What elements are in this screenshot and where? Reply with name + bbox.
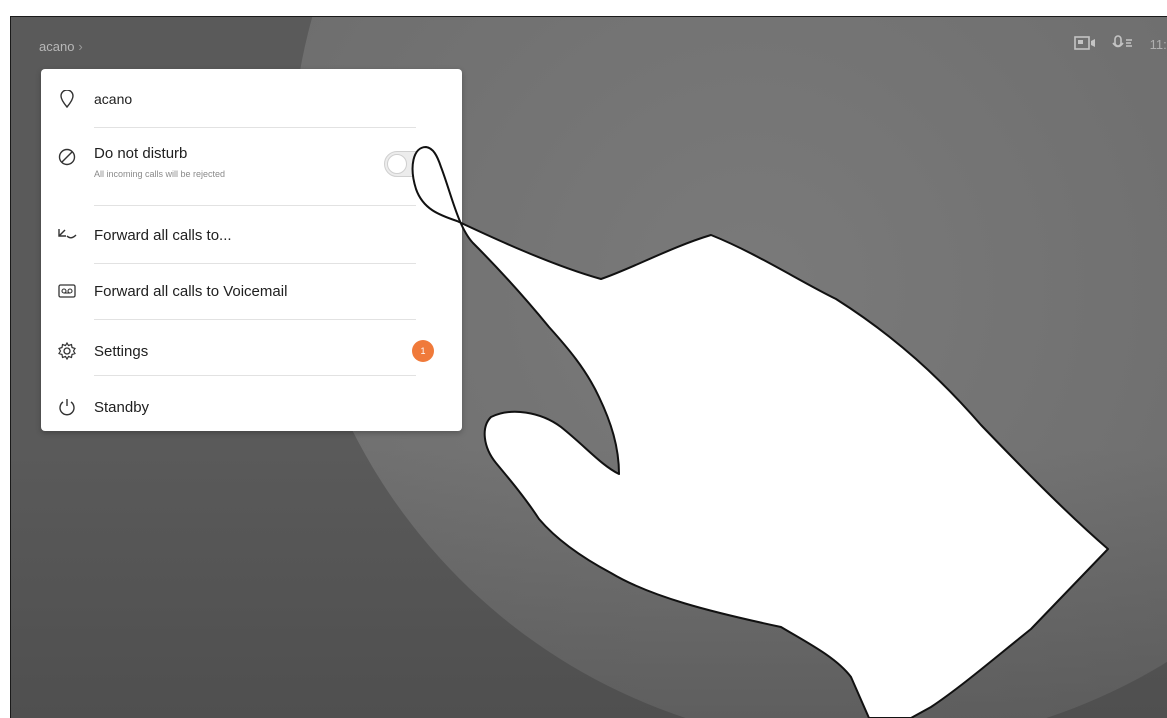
- voicemail-icon: [57, 281, 77, 301]
- menu-item-label: Settings: [94, 342, 149, 360]
- device-screen: acano› 11:2 acano: [10, 16, 1167, 718]
- menu-item-acano[interactable]: acano: [41, 87, 462, 111]
- divider: [94, 375, 416, 376]
- location-pin-icon: [57, 89, 77, 109]
- do-not-disturb-toggle[interactable]: [384, 151, 430, 177]
- device-menu-panel: acano Do not disturb All incoming calls …: [41, 69, 462, 431]
- do-not-disturb-icon: [57, 147, 77, 167]
- settings-notification-badge: 1: [412, 340, 434, 362]
- gear-icon: [57, 341, 77, 361]
- background-shadow: [11, 447, 1167, 718]
- menu-item-label: Forward all calls to...: [94, 226, 232, 244]
- screen-share-icon[interactable]: [1073, 35, 1096, 53]
- menu-item-label: Standby: [94, 398, 150, 416]
- status-area: 11:2: [1073, 35, 1167, 53]
- menu-item-label: Forward all calls to Voicemail: [94, 282, 288, 300]
- power-icon: [57, 397, 77, 417]
- menu-item-forward-calls[interactable]: Forward all calls to...: [41, 223, 462, 247]
- menu-item-label: acano: [94, 91, 133, 107]
- divider: [94, 319, 416, 320]
- chevron-right-icon: ›: [78, 39, 83, 54]
- menu-item-sublabel: All incoming calls will be rejected: [94, 169, 226, 179]
- menu-item-label: Do not disturb: [94, 145, 188, 162]
- clock: 11:2: [1149, 36, 1167, 52]
- device-name-label: acano: [39, 39, 75, 54]
- divider: [94, 127, 416, 128]
- divider: [94, 263, 416, 264]
- toggle-knob: [387, 154, 407, 174]
- forward-call-icon: [57, 225, 77, 245]
- divider: [94, 205, 416, 206]
- device-name-button[interactable]: acano ›: [39, 39, 83, 54]
- microphone-icon[interactable]: [1112, 35, 1134, 53]
- menu-item-settings[interactable]: Settings: [41, 339, 462, 363]
- menu-item-standby[interactable]: Standby: [41, 395, 462, 419]
- menu-item-forward-voicemail[interactable]: Forward all calls to Voicemail: [41, 279, 462, 303]
